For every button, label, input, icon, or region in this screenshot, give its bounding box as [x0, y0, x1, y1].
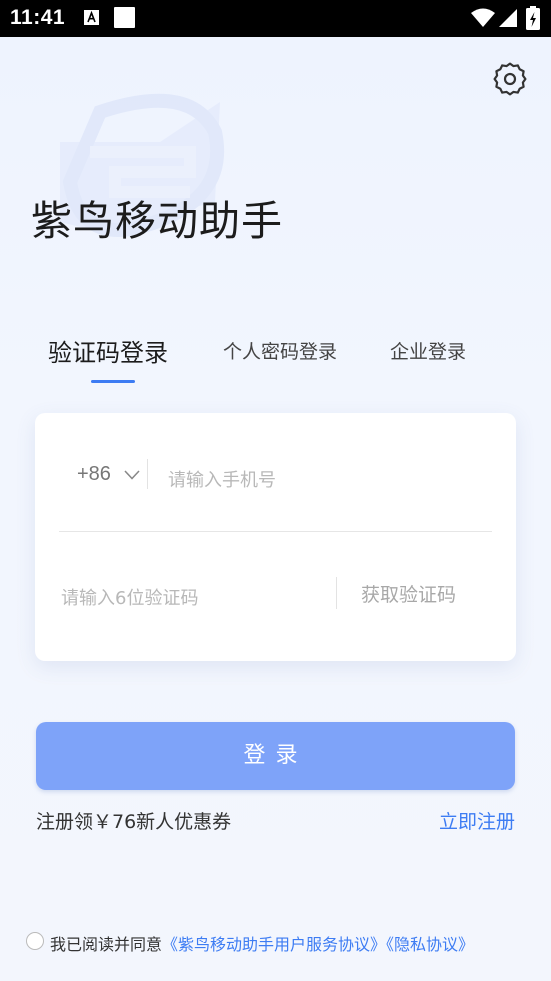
get-verification-code-button[interactable]: 获取验证码: [361, 580, 456, 607]
gear-icon[interactable]: [493, 62, 527, 96]
agreement-prefix: 我已阅读并同意: [50, 935, 163, 954]
divider: [59, 531, 492, 532]
terms-of-service-link[interactable]: 《紫鸟移动助手用户服务协议》: [162, 935, 386, 954]
app-title: 紫鸟移动助手: [31, 197, 283, 245]
divider: [336, 577, 337, 609]
wifi-icon: [471, 8, 495, 27]
status-time: 11:41: [10, 6, 66, 29]
login-button[interactable]: 登录: [36, 722, 515, 790]
active-tab-indicator: [91, 380, 135, 383]
notification-a-icon: [84, 10, 99, 25]
country-code-selector[interactable]: +86: [77, 463, 111, 486]
login-form-card: +86 获取验证码: [35, 413, 516, 661]
tab-password-login[interactable]: 个人密码登录: [223, 337, 337, 364]
agreement-checkbox[interactable]: [26, 932, 44, 950]
privacy-policy-link[interactable]: 《隐私协议》: [386, 935, 474, 954]
battery-icon: [526, 6, 540, 30]
login-page: 紫鸟移动助手 验证码登录 个人密码登录 企业登录 +86 获取验证码 登录 注册…: [0, 37, 551, 981]
promo-text: 注册领￥76新人优惠券: [36, 811, 232, 833]
status-bar: 11:41: [0, 0, 551, 37]
register-now-link[interactable]: 立即注册: [439, 807, 515, 834]
agreement-text: 我已阅读并同意《紫鸟移动助手用户服务协议》《隐私协议》: [50, 931, 474, 955]
chevron-down-icon[interactable]: [124, 470, 140, 480]
tab-sms-code-login[interactable]: 验证码登录: [48, 333, 168, 368]
login-tabs: 验证码登录 个人密码登录 企业登录: [0, 337, 551, 387]
notification-square-icon: [114, 7, 135, 28]
phone-input[interactable]: [166, 463, 490, 497]
tab-enterprise-login[interactable]: 企业登录: [390, 337, 466, 364]
signal-icon: [499, 9, 517, 27]
divider: [147, 459, 148, 489]
verification-code-input[interactable]: [59, 581, 328, 615]
